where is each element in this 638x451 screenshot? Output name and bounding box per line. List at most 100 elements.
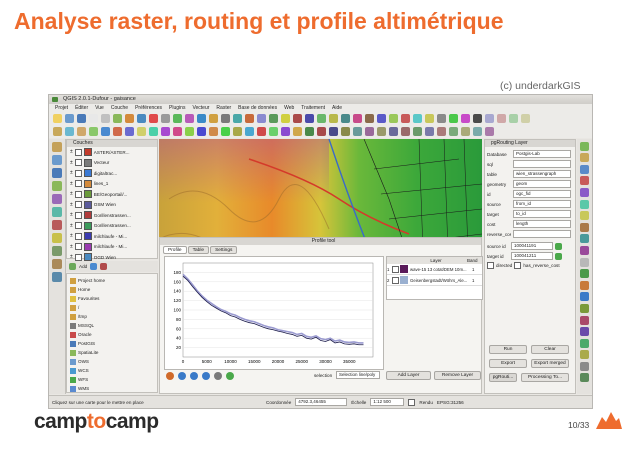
- toolbar2-icon-15[interactable]: [233, 127, 242, 136]
- add-raster-layer-icon[interactable]: [52, 155, 62, 165]
- toolbar2-icon-9[interactable]: [161, 127, 170, 136]
- add-mssql-layer-icon[interactable]: [52, 272, 62, 282]
- new-shapefile-icon[interactable]: [52, 233, 62, 243]
- toolbar1-icon-34[interactable]: [461, 114, 470, 123]
- has-reverse-cost-checkbox[interactable]: [514, 262, 522, 269]
- right-toolbar-icon-19[interactable]: [580, 361, 589, 371]
- expand-toggle-icon[interactable]: ±: [70, 149, 73, 155]
- export-button[interactable]: Export: [489, 359, 527, 368]
- toolbar1-icon-16[interactable]: [245, 114, 254, 123]
- pan-icon[interactable]: [202, 372, 210, 380]
- profile-layer-checkbox[interactable]: [392, 276, 399, 284]
- menu-item-1[interactable]: Éditer: [75, 104, 88, 112]
- add-button[interactable]: Add: [79, 264, 87, 269]
- expand-toggle-icon[interactable]: ±: [70, 181, 73, 187]
- browser-item[interactable]: Project home: [67, 276, 157, 285]
- menu-item-4[interactable]: Préférences: [135, 104, 162, 112]
- browser-item[interactable]: OWS: [67, 357, 157, 366]
- toolbar1-icon-27[interactable]: [377, 114, 386, 123]
- menu-item-8[interactable]: Base de données: [238, 104, 277, 112]
- routing-field-input[interactable]: geom: [513, 180, 571, 188]
- toolbar2-icon-18[interactable]: [269, 127, 278, 136]
- toolbar1-icon-30[interactable]: [413, 114, 422, 123]
- right-toolbar-icon-2[interactable]: [580, 164, 589, 174]
- toolbar2-icon-11[interactable]: [185, 127, 194, 136]
- render-checkbox[interactable]: [408, 398, 416, 406]
- menu-item-6[interactable]: Vecteur: [192, 104, 209, 112]
- toolbar1-icon-4[interactable]: [101, 114, 110, 123]
- run-button[interactable]: Run: [489, 345, 527, 354]
- layer-visibility-checkbox[interactable]: [74, 159, 82, 167]
- layer-visibility-checkbox[interactable]: [74, 211, 82, 219]
- pgrouting-tab[interactable]: pgRouti...: [489, 373, 517, 382]
- menu-item-2[interactable]: Vue: [95, 104, 104, 112]
- toolbar2-icon-6[interactable]: [125, 127, 134, 136]
- expand-toggle-icon[interactable]: ±: [70, 233, 73, 239]
- routing-field-input[interactable]: to_id: [513, 210, 571, 218]
- profile-layer-checkbox[interactable]: [392, 265, 399, 273]
- home-icon[interactable]: [166, 372, 174, 380]
- toolbar1-icon-21[interactable]: [305, 114, 314, 123]
- menu-item-3[interactable]: Couche: [111, 104, 128, 112]
- toolbar1-icon-17[interactable]: [257, 114, 266, 123]
- toolbar2-icon-10[interactable]: [173, 127, 182, 136]
- browser-item[interactable]: WMS: [67, 384, 157, 393]
- toolbar2-icon-0[interactable]: [53, 127, 62, 136]
- toolbar1-icon-22[interactable]: [317, 114, 326, 123]
- toolbar1-icon-24[interactable]: [341, 114, 350, 123]
- toolbar1-icon-32[interactable]: [437, 114, 446, 123]
- toolbar2-icon-16[interactable]: [245, 127, 254, 136]
- routing-field-input[interactable]: Postgis-Lab: [513, 150, 571, 158]
- menu-item-11[interactable]: Aide: [332, 104, 342, 112]
- source-id-field[interactable]: 100041191: [511, 242, 553, 250]
- layer-visibility-checkbox[interactable]: [74, 201, 82, 209]
- toolbar2-icon-36[interactable]: [485, 127, 494, 136]
- layer-visibility-checkbox[interactable]: [74, 180, 82, 188]
- selection-dropdown[interactable]: Selection line/poly: [336, 371, 380, 379]
- right-toolbar-icon-20[interactable]: [580, 373, 589, 383]
- toolbar2-icon-34[interactable]: [461, 127, 470, 136]
- right-toolbar-icon-3[interactable]: [580, 176, 589, 186]
- expand-toggle-icon[interactable]: ±: [70, 254, 73, 260]
- right-toolbar-icon-12[interactable]: [580, 280, 589, 290]
- toolbar1-icon-8[interactable]: [149, 114, 158, 123]
- toolbar1-icon-3[interactable]: [89, 114, 98, 123]
- browser-item[interactable]: Home: [67, 285, 157, 294]
- toolbar2-icon-7[interactable]: [137, 127, 146, 136]
- toolbar1-icon-25[interactable]: [353, 114, 362, 123]
- toolbar2-icon-32[interactable]: [437, 127, 446, 136]
- add-wcs-layer-icon[interactable]: [52, 207, 62, 217]
- toolbar2-icon-13[interactable]: [209, 127, 218, 136]
- expand-toggle-icon[interactable]: ±: [70, 223, 73, 229]
- right-toolbar-icon-1[interactable]: [580, 153, 589, 163]
- toolbar1-icon-9[interactable]: [161, 114, 170, 123]
- toolbar1-icon-11[interactable]: [185, 114, 194, 123]
- toolbar2-icon-20[interactable]: [293, 127, 302, 136]
- layer-visibility-checkbox[interactable]: [74, 148, 82, 156]
- processing-tab[interactable]: Processing To...: [521, 373, 569, 382]
- profile-layer-color-swatch[interactable]: [400, 265, 408, 273]
- toolbar1-icon-36[interactable]: [485, 114, 494, 123]
- right-toolbar-icon-18[interactable]: [580, 350, 589, 360]
- routing-field-input[interactable]: from_id: [513, 200, 571, 208]
- layer-item[interactable]: ± lines_1: [67, 179, 157, 190]
- add-layer-button[interactable]: Add Layer: [386, 371, 431, 380]
- toolbar1-icon-18[interactable]: [269, 114, 278, 123]
- expand-toggle-icon[interactable]: ±: [70, 244, 73, 250]
- toolbar1-icon-31[interactable]: [425, 114, 434, 123]
- right-toolbar-icon-10[interactable]: [580, 257, 589, 267]
- layer-item[interactable]: ± ASTER/ASTER...: [67, 147, 157, 158]
- toolbar2-icon-28[interactable]: [389, 127, 398, 136]
- add-wms-layer-icon[interactable]: [52, 194, 62, 204]
- toolbar1-icon-39[interactable]: [521, 114, 530, 123]
- profile-tab-table[interactable]: Table: [187, 246, 210, 254]
- toolbar2-icon-25[interactable]: [353, 127, 362, 136]
- coordinate-field[interactable]: 4792.3,46455: [295, 398, 348, 406]
- toolbar1-icon-37[interactable]: [497, 114, 506, 123]
- remove-layer-button[interactable]: Remove Layer: [434, 371, 481, 380]
- toolbar1-icon-23[interactable]: [329, 114, 338, 123]
- layer-item[interactable]: ± Gorillenstrassen...: [67, 221, 157, 232]
- toolbar1-icon-10[interactable]: [173, 114, 182, 123]
- layer-item[interactable]: ± Vecteur: [67, 158, 157, 169]
- toolbar1-icon-14[interactable]: [221, 114, 230, 123]
